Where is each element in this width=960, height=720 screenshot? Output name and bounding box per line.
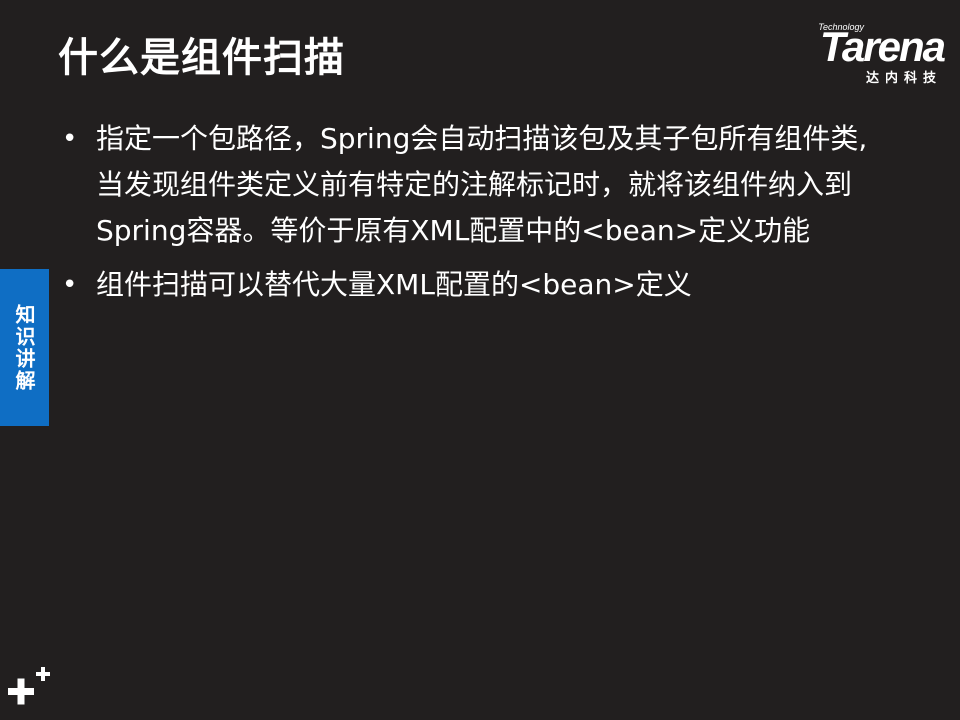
bullet-dot-icon: •: [62, 270, 78, 300]
side-tab: 知识讲解: [0, 269, 49, 426]
tarena-logo: Technology Tarena 达内科技: [779, 22, 946, 86]
bullet-item: • 指定一个包路径，Spring会自动扫描该包及其子包所有组件类,当发现组件类定…: [62, 116, 882, 254]
slide: 什么是组件扫描 Technology Tarena 达内科技 • 指定一个包路径…: [0, 0, 960, 720]
logo-chinese-name: 达内科技: [865, 71, 942, 86]
logo-wordmark: Tarena: [819, 23, 946, 70]
bullet-text: 指定一个包路径，Spring会自动扫描该包及其子包所有组件类,当发现组件类定义前…: [96, 122, 868, 247]
bullet-list: • 指定一个包路径，Spring会自动扫描该包及其子包所有组件类,当发现组件类定…: [62, 116, 882, 316]
bullet-text: 组件扫描可以替代大量XML配置的<bean>定义: [96, 268, 692, 301]
side-tab-label: 知识讲解: [12, 303, 36, 392]
slide-title: 什么是组件扫描: [58, 35, 345, 81]
plus-plus-icon: [8, 667, 50, 705]
bullet-dot-icon: •: [62, 124, 78, 154]
bullet-item: • 组件扫描可以替代大量XML配置的<bean>定义: [62, 262, 882, 308]
